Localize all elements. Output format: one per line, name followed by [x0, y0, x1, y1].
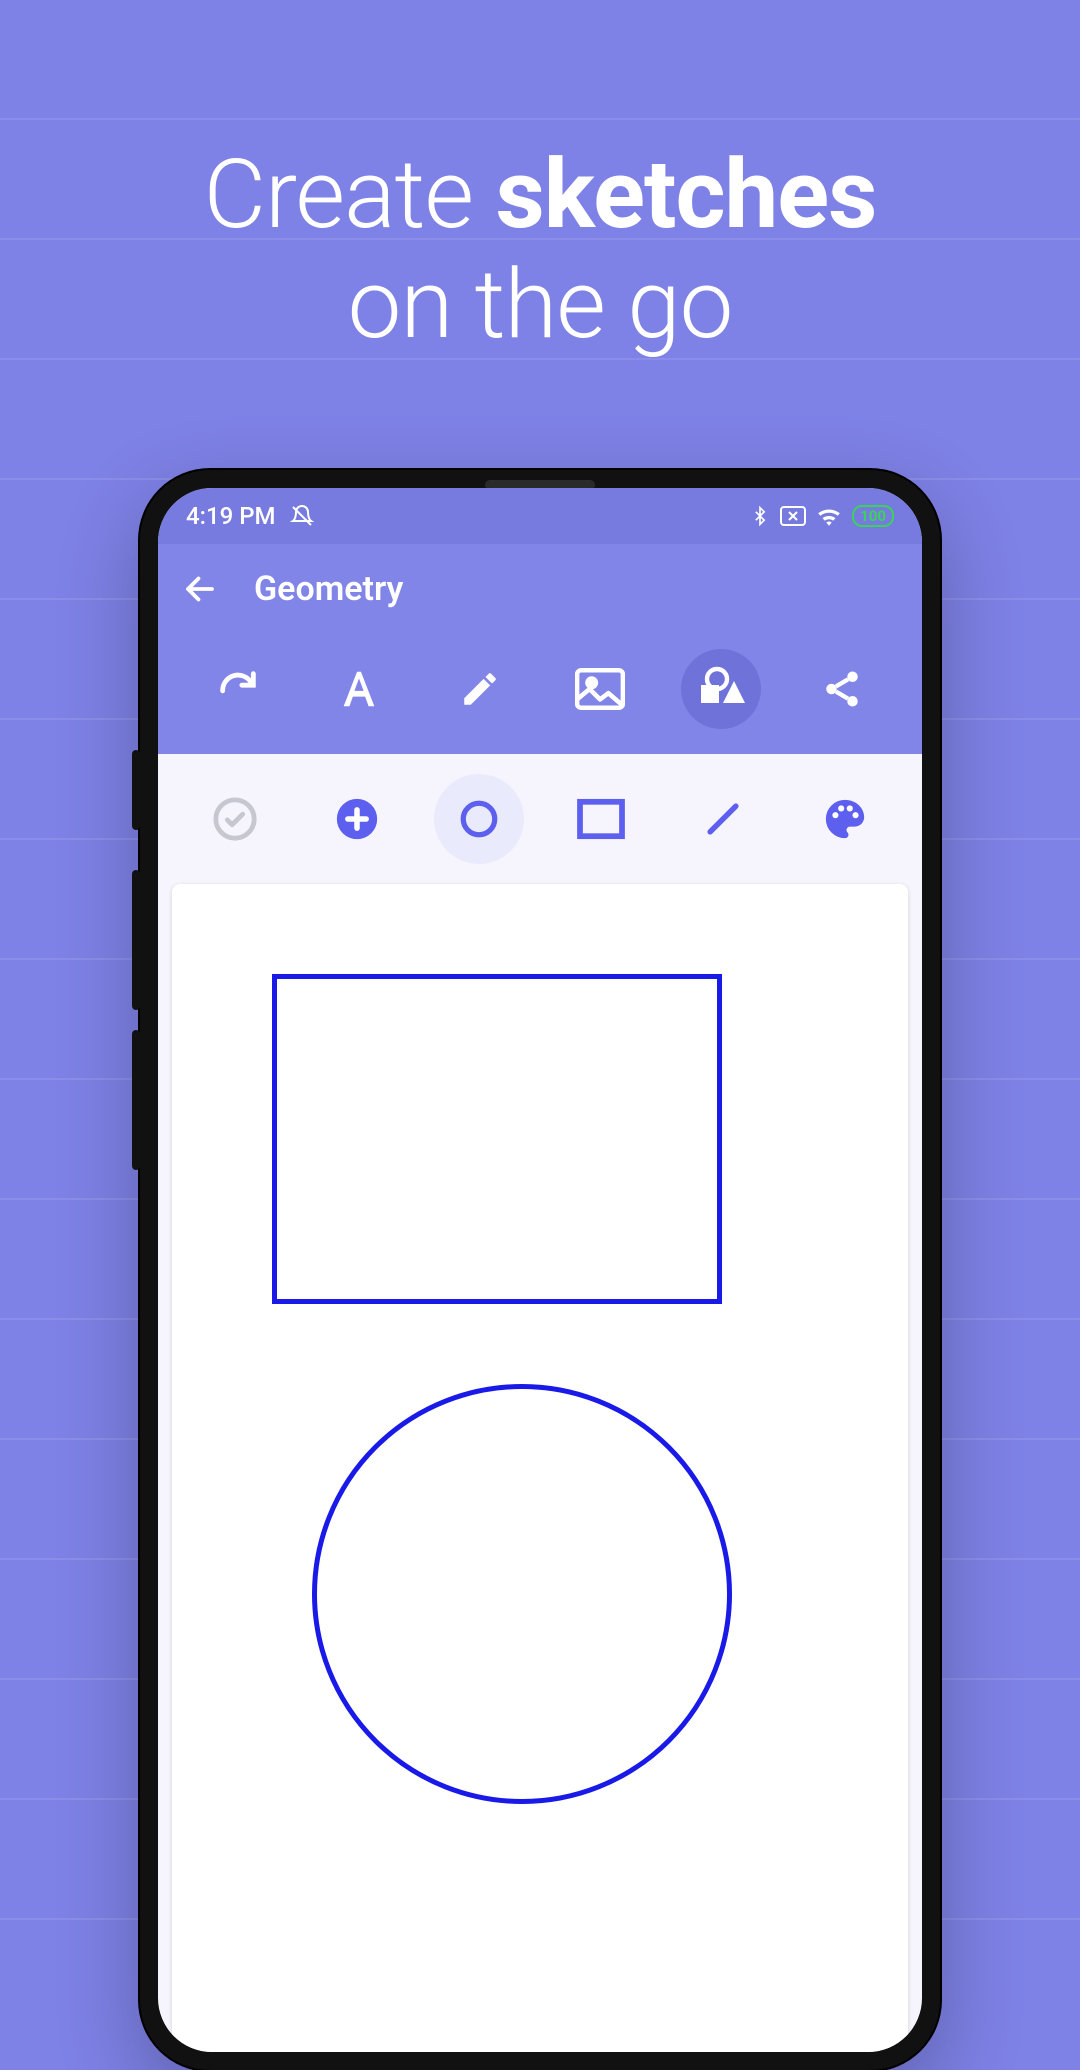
dnd-icon: [290, 504, 314, 528]
hero-line2: on the go: [0, 250, 1080, 360]
redo-button[interactable]: [198, 649, 278, 729]
confirm-button[interactable]: [190, 774, 280, 864]
hero-line1-bold: sketches: [495, 139, 876, 251]
back-button[interactable]: [182, 571, 218, 607]
main-toolbar: [158, 634, 922, 754]
bluetooth-icon: [750, 505, 770, 527]
promo-heading: Create sketches on the go: [0, 0, 1080, 361]
screen: 4:19 PM: [158, 488, 922, 2052]
app-bar: Geometry: [158, 544, 922, 634]
wifi-icon: [816, 506, 842, 526]
screen-record-icon: [780, 506, 806, 526]
shapes-tool-button[interactable]: [681, 649, 761, 729]
text-tool-button[interactable]: [319, 649, 399, 729]
page-title: Geometry: [254, 569, 403, 609]
device-button: [132, 870, 140, 1010]
palette-button[interactable]: [800, 774, 890, 864]
battery-indicator: 100: [852, 505, 894, 527]
pencil-tool-button[interactable]: [440, 649, 520, 729]
canvas-rectangle[interactable]: [272, 974, 722, 1304]
device-frame: 4:19 PM: [140, 470, 940, 2070]
shape-toolbar: [158, 754, 922, 884]
add-shape-button[interactable]: [312, 774, 402, 864]
device-button: [132, 1030, 140, 1170]
status-bar: 4:19 PM: [158, 488, 922, 544]
line-shape-button[interactable]: [678, 774, 768, 864]
drawing-canvas[interactable]: [172, 884, 908, 2052]
canvas-circle[interactable]: [312, 1384, 732, 1804]
image-tool-button[interactable]: [560, 649, 640, 729]
circle-shape-button[interactable]: [434, 774, 524, 864]
status-time: 4:19 PM: [186, 502, 276, 530]
device-button: [132, 750, 140, 830]
share-button[interactable]: [802, 649, 882, 729]
rect-shape-button[interactable]: [556, 774, 646, 864]
hero-line1-light: Create: [204, 139, 496, 251]
